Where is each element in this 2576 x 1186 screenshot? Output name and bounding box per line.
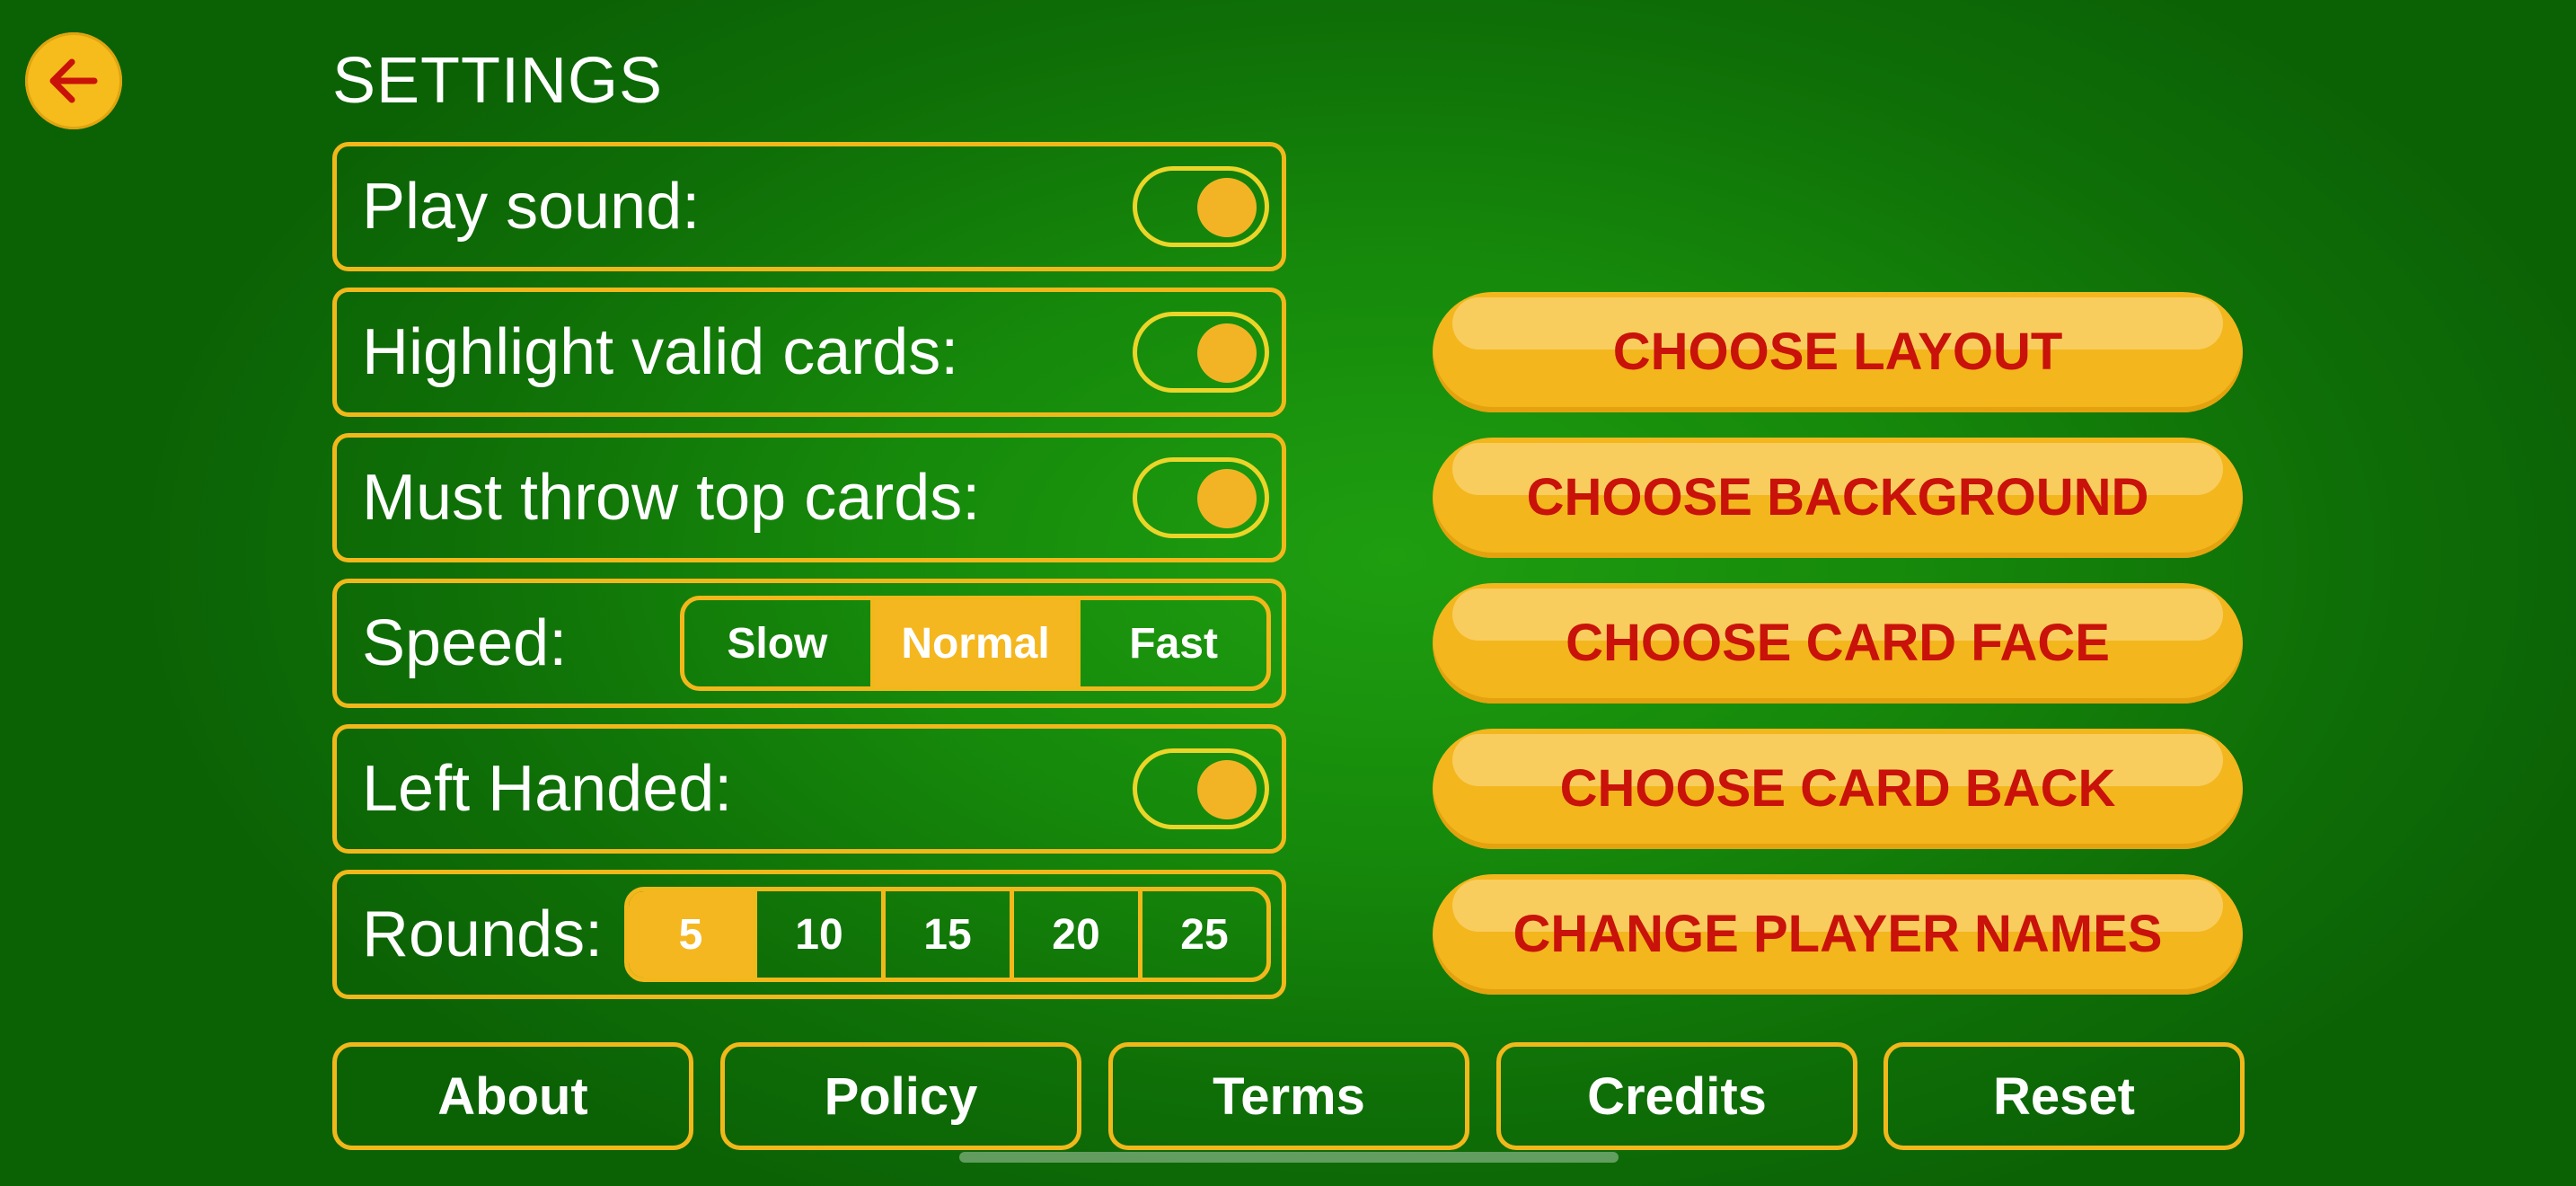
about-button[interactable]: About — [332, 1042, 693, 1150]
must-throw-top-cards-toggle[interactable] — [1133, 457, 1269, 538]
reset-button[interactable]: Reset — [1883, 1042, 2245, 1150]
rounds-row: Rounds: 5 10 15 20 25 — [332, 870, 1286, 999]
play-sound-row: Play sound: — [332, 142, 1286, 271]
rounds-label: Rounds: — [362, 898, 604, 970]
speed-option-slow[interactable]: Slow — [684, 600, 870, 686]
toggle-knob — [1197, 760, 1257, 819]
rounds-option-15[interactable]: 15 — [881, 891, 1010, 978]
speed-row: Speed: Slow Normal Fast — [332, 579, 1286, 708]
highlight-valid-cards-label: Highlight valid cards: — [362, 316, 959, 388]
choose-card-face-label: CHOOSE CARD FACE — [1566, 614, 2110, 672]
play-sound-toggle[interactable] — [1133, 166, 1269, 247]
rounds-option-25[interactable]: 25 — [1138, 891, 1266, 978]
left-handed-toggle[interactable] — [1133, 748, 1269, 829]
home-indicator[interactable] — [959, 1152, 1619, 1163]
rounds-selector: 5 10 15 20 25 — [624, 887, 1271, 982]
left-handed-row: Left Handed: — [332, 724, 1286, 854]
speed-label: Speed: — [362, 607, 568, 679]
page-title: SETTINGS — [332, 45, 664, 117]
speed-option-fast[interactable]: Fast — [1076, 600, 1266, 686]
choose-background-button[interactable]: CHOOSE BACKGROUND — [1433, 438, 2243, 558]
speed-selector: Slow Normal Fast — [680, 596, 1271, 691]
choose-card-back-label: CHOOSE CARD BACK — [1559, 759, 2116, 818]
choose-card-back-button[interactable]: CHOOSE CARD BACK — [1433, 729, 2243, 849]
choose-background-label: CHOOSE BACKGROUND — [1526, 468, 2149, 527]
choose-layout-label: CHOOSE LAYOUT — [1612, 323, 2063, 381]
change-player-names-button[interactable]: CHANGE PLAYER NAMES — [1433, 874, 2243, 995]
credits-button[interactable]: Credits — [1496, 1042, 1857, 1150]
terms-button[interactable]: Terms — [1108, 1042, 1469, 1150]
choose-card-face-button[interactable]: CHOOSE CARD FACE — [1433, 583, 2243, 704]
must-throw-top-cards-label: Must throw top cards: — [362, 462, 981, 534]
back-button[interactable] — [25, 32, 122, 129]
rounds-option-5[interactable]: 5 — [629, 891, 753, 978]
toggle-knob — [1197, 178, 1257, 237]
highlight-valid-cards-row: Highlight valid cards: — [332, 288, 1286, 417]
toggle-knob — [1197, 323, 1257, 383]
must-throw-top-cards-row: Must throw top cards: — [332, 433, 1286, 562]
policy-button[interactable]: Policy — [720, 1042, 1081, 1150]
left-handed-label: Left Handed: — [362, 753, 733, 825]
change-player-names-label: CHANGE PLAYER NAMES — [1513, 905, 2163, 963]
play-sound-label: Play sound: — [362, 171, 701, 243]
arrow-left-icon — [49, 58, 98, 103]
toggle-knob — [1197, 469, 1257, 528]
rounds-option-10[interactable]: 10 — [753, 891, 881, 978]
choose-layout-button[interactable]: CHOOSE LAYOUT — [1433, 292, 2243, 412]
rounds-option-20[interactable]: 20 — [1010, 891, 1138, 978]
speed-option-normal[interactable]: Normal — [869, 600, 1077, 686]
highlight-valid-cards-toggle[interactable] — [1133, 312, 1269, 393]
